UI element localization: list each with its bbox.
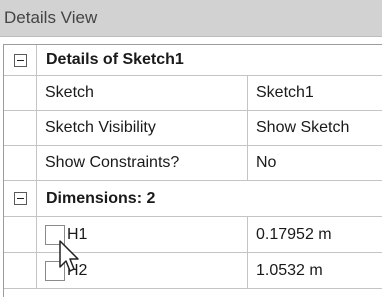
property-value[interactable]: Sketch1 [248, 76, 382, 110]
property-name: Show Constraints? [37, 146, 248, 180]
property-row-sketch[interactable]: Sketch Sketch1 [4, 76, 382, 111]
details-view-panel: Details View Details of Sketch1 Sketch S… [0, 0, 382, 301]
group-header-dimensions[interactable]: Dimensions: 2 [4, 181, 382, 217]
property-row-show-constraints[interactable]: Show Constraints? No [4, 146, 382, 181]
collapse-icon[interactable] [13, 192, 27, 205]
gutter [4, 253, 37, 288]
gutter [4, 217, 37, 252]
group-title: Details of Sketch1 [46, 51, 184, 68]
property-name: Sketch [37, 76, 248, 110]
gutter [4, 45, 37, 75]
collapse-icon[interactable] [13, 53, 27, 67]
property-row-sketch-visibility[interactable]: Sketch Visibility Show Sketch [4, 111, 382, 146]
panel-title: Details View [0, 0, 382, 37]
property-name: Sketch Visibility [37, 111, 248, 145]
property-value[interactable]: Show Sketch [248, 111, 382, 145]
group-header-details[interactable]: Details of Sketch1 [4, 45, 382, 76]
property-value[interactable]: 0.17952 m [248, 217, 382, 252]
property-value[interactable]: 1.0532 m [248, 253, 382, 288]
property-value[interactable]: No [248, 146, 382, 180]
gutter [4, 111, 37, 145]
gutter [4, 76, 37, 110]
gutter [4, 181, 37, 216]
group-title: Dimensions: 2 [46, 189, 156, 207]
mouse-pointer-icon [59, 240, 79, 272]
gutter [4, 146, 37, 180]
